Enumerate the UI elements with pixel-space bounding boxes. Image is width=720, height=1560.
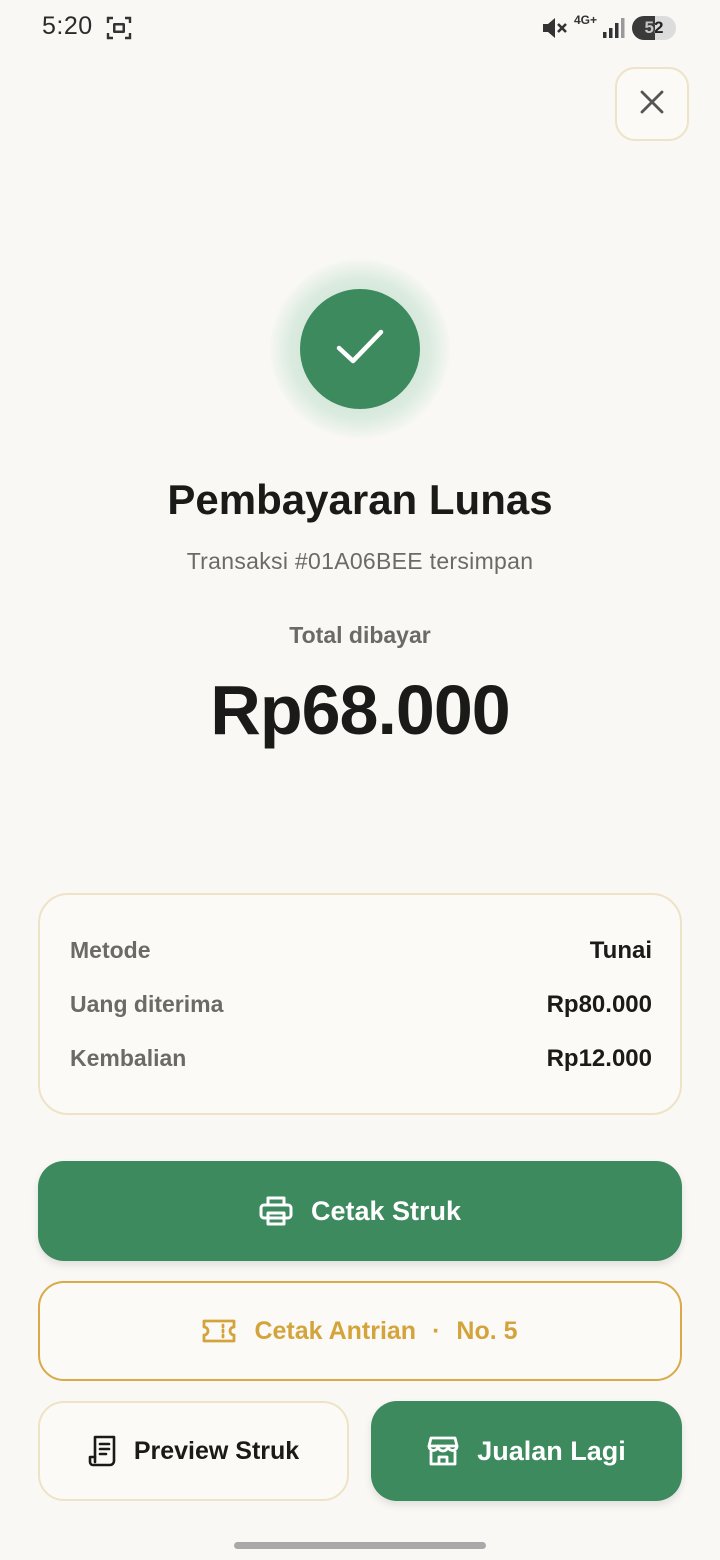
detail-value: Rp80.000	[546, 991, 652, 1018]
battery-icon: 52	[632, 16, 676, 40]
mute-icon	[540, 15, 568, 41]
detail-row-change: Kembalian Rp12.000	[70, 1045, 652, 1075]
detail-label: Uang diterima	[70, 991, 224, 1017]
status-time: 5:20	[42, 12, 93, 40]
detail-label: Kembalian	[70, 1045, 187, 1071]
detail-label: Metode	[70, 937, 151, 963]
detail-row-received: Uang diterima Rp80.000	[70, 991, 652, 1021]
transaction-subtitle: Transaksi #01A06BEE tersimpan	[186, 548, 534, 574]
print-queue-label: Cetak Antrian	[254, 1316, 417, 1345]
receipt-icon	[88, 1435, 116, 1467]
ticket-icon	[202, 1318, 236, 1344]
preview-receipt-label: Preview Struk	[133, 1436, 300, 1465]
page-title: Pembayaran Lunas	[167, 476, 553, 523]
payment-details-card: Metode Tunai Uang diterima Rp80.000 Kemb…	[38, 893, 682, 1115]
sell-again-button[interactable]: Jualan Lagi	[371, 1401, 682, 1501]
detail-row-method: Metode Tunai	[70, 937, 652, 967]
success-badge	[300, 289, 420, 409]
check-icon	[335, 327, 385, 372]
preview-receipt-button[interactable]: Preview Struk	[38, 1401, 349, 1501]
network-label: 4G+	[574, 13, 598, 27]
printer-icon	[259, 1196, 293, 1226]
sell-again-label: Jualan Lagi	[477, 1435, 626, 1466]
queue-number: No. 5	[456, 1316, 518, 1345]
screenshot-icon	[106, 15, 132, 41]
print-queue-button[interactable]: Cetak Antrian · No. 5	[38, 1281, 682, 1381]
close-button[interactable]	[615, 67, 689, 141]
store-icon	[427, 1436, 459, 1466]
separator-dot: ·	[432, 1316, 441, 1345]
close-icon	[639, 89, 665, 120]
detail-value: Tunai	[589, 937, 652, 964]
home-indicator[interactable]	[234, 1542, 486, 1549]
print-receipt-label: Cetak Struk	[310, 1195, 462, 1226]
detail-value: Rp12.000	[546, 1045, 652, 1072]
signal-icon	[602, 16, 628, 40]
status-bar: 5:20 4G+ 52	[0, 0, 720, 56]
print-receipt-button[interactable]: Cetak Struk	[38, 1161, 682, 1261]
battery-level: 52	[644, 18, 664, 37]
total-amount: Rp68.000	[210, 671, 510, 749]
total-label: Total dibayar	[289, 622, 431, 648]
